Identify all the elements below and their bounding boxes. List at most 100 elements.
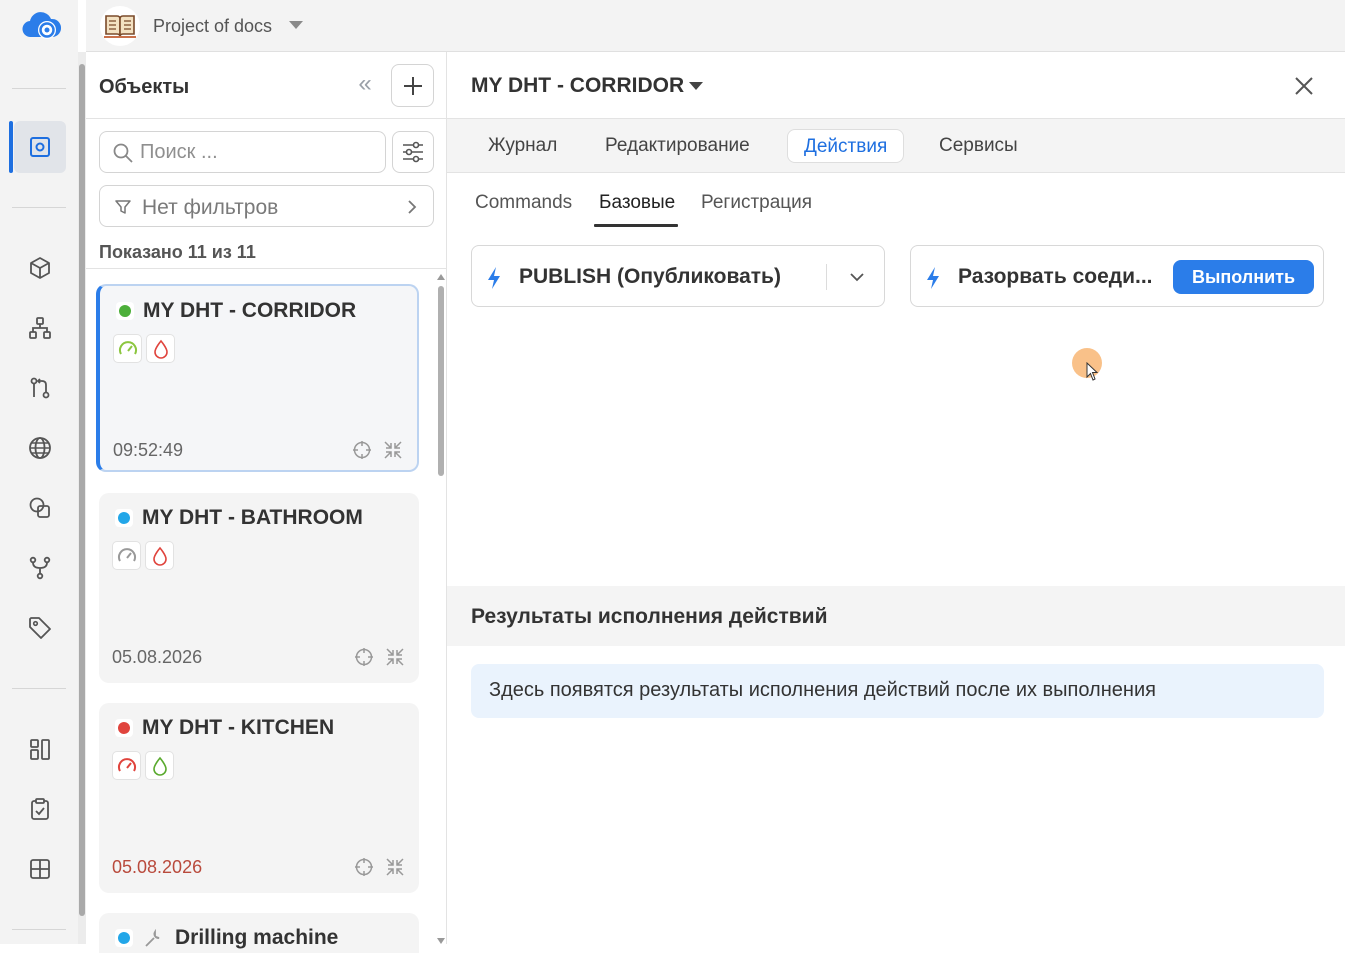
rail-item-shapes[interactable] bbox=[14, 482, 66, 534]
search-input[interactable] bbox=[140, 140, 370, 164]
results-title: Результаты исполнения действий bbox=[471, 605, 828, 628]
subtab-registration[interactable]: Регистрация bbox=[701, 192, 812, 214]
branch-icon bbox=[29, 556, 51, 580]
results-placeholder-text: Здесь появятся результаты исполнения дей… bbox=[489, 679, 1156, 701]
rail-item-dashboards[interactable] bbox=[14, 723, 66, 775]
object-card[interactable]: Drilling machine bbox=[99, 913, 419, 953]
chevron-down-icon[interactable] bbox=[848, 268, 866, 286]
rail-scrollbar[interactable] bbox=[78, 52, 86, 944]
rail-item-tasks[interactable] bbox=[14, 783, 66, 835]
crosshair-icon[interactable] bbox=[354, 857, 374, 877]
rail-scrollbar-thumb[interactable] bbox=[79, 64, 85, 916]
filter-settings-button[interactable] bbox=[392, 131, 434, 173]
scroll-down-icon[interactable] bbox=[437, 938, 445, 944]
crosshair-icon[interactable] bbox=[352, 440, 372, 460]
quick-action-name: Разорвать соеди... bbox=[958, 265, 1153, 288]
objects-panel: Объекты « Нет фильтров Показано 11 из 11… bbox=[86, 52, 447, 953]
scroll-up-icon[interactable] bbox=[437, 274, 445, 280]
rail-item-tags[interactable] bbox=[14, 602, 66, 654]
collapse-arrows-icon[interactable] bbox=[383, 440, 403, 460]
rail-item-globe[interactable] bbox=[14, 422, 66, 474]
object-card[interactable]: MY DHT - KITCHEN 05.08.2026 bbox=[99, 703, 419, 893]
rail-item-hierarchy[interactable] bbox=[14, 302, 66, 354]
object-name: MY DHT - KITCHEN bbox=[142, 716, 335, 739]
objects-panel-title: Объекты bbox=[99, 76, 190, 98]
object-name: MY DHT - CORRIDOR bbox=[143, 299, 357, 322]
divider bbox=[86, 268, 446, 269]
status-indicator bbox=[115, 719, 133, 737]
subtab-commands[interactable]: Commands bbox=[475, 192, 572, 214]
shown-count: Показано 11 из 11 bbox=[99, 242, 256, 262]
search-icon bbox=[113, 143, 133, 163]
mouse-cursor-icon bbox=[1086, 362, 1099, 381]
funnel-icon bbox=[115, 200, 131, 214]
rail-item-models[interactable] bbox=[14, 242, 66, 294]
action-select[interactable]: PUBLISH (Опубликовать) bbox=[471, 245, 885, 307]
detail-title[interactable]: MY DHT - CORRIDOR bbox=[471, 74, 684, 98]
bolt-icon bbox=[488, 267, 500, 289]
status-indicator bbox=[115, 929, 133, 947]
status-dot bbox=[118, 512, 130, 524]
tab-services[interactable]: Сервисы bbox=[923, 129, 1034, 163]
left-rail bbox=[0, 0, 78, 944]
object-timestamp: 05.08.2026 bbox=[112, 857, 203, 877]
collapse-panel-icon[interactable]: « bbox=[352, 72, 378, 98]
gauge-gray-icon bbox=[112, 541, 141, 570]
tab-editing[interactable]: Редактирование bbox=[589, 129, 766, 163]
objects-list-scrollbar[interactable] bbox=[437, 274, 445, 944]
close-icon[interactable] bbox=[1292, 74, 1316, 98]
object-timestamp: 09:52:49 bbox=[113, 440, 184, 460]
object-card[interactable]: MY DHT - BATHROOM 05.08.2026 bbox=[99, 493, 419, 683]
crosshair-icon[interactable] bbox=[354, 647, 374, 667]
add-object-button[interactable] bbox=[391, 64, 434, 107]
rail-item-branches[interactable] bbox=[14, 542, 66, 594]
project-book-icon[interactable] bbox=[100, 6, 140, 46]
chevron-right-icon bbox=[408, 200, 417, 214]
collapse-arrows-icon[interactable] bbox=[385, 647, 405, 667]
project-name[interactable]: Project of docs bbox=[153, 16, 272, 37]
status-indicator bbox=[116, 302, 134, 320]
quick-action: Разорвать соеди... Выполнить bbox=[910, 245, 1324, 307]
active-subtab-indicator bbox=[594, 224, 678, 227]
divider bbox=[826, 264, 827, 290]
tab-actions[interactable]: Действия bbox=[787, 129, 905, 163]
objects-list-scrollbar-thumb[interactable] bbox=[438, 286, 444, 476]
status-dot bbox=[118, 932, 130, 944]
top-bar: Project of docs bbox=[86, 0, 1345, 52]
drop-green-icon bbox=[145, 751, 174, 780]
clipboard-check-icon bbox=[31, 798, 49, 820]
rail-item-apps[interactable] bbox=[14, 843, 66, 895]
tab-journal[interactable]: Журнал bbox=[472, 129, 573, 163]
project-caret-down-icon[interactable] bbox=[289, 21, 303, 29]
dashboard-icon bbox=[30, 739, 50, 760]
sliders-icon bbox=[403, 141, 423, 163]
collapse-arrows-icon[interactable] bbox=[385, 857, 405, 877]
wrench-icon bbox=[145, 929, 160, 947]
drop-red-icon bbox=[146, 334, 175, 363]
cube-icon bbox=[30, 257, 50, 279]
app-logo-icon[interactable] bbox=[21, 6, 62, 46]
detail-tabs: Журнал Редактирование Действия Сервисы bbox=[447, 119, 1345, 173]
divider bbox=[86, 118, 446, 119]
globe-icon bbox=[29, 437, 51, 459]
object-timestamp: 05.08.2026 bbox=[112, 647, 203, 667]
action-select-value: PUBLISH (Опубликовать) bbox=[519, 265, 781, 288]
search-box[interactable] bbox=[99, 131, 386, 173]
object-name: Drilling machine bbox=[175, 926, 339, 949]
tag-icon bbox=[29, 617, 51, 639]
gauge-red-icon bbox=[112, 751, 141, 780]
status-indicator bbox=[115, 509, 133, 527]
rail-divider bbox=[12, 88, 66, 89]
object-card[interactable]: MY DHT - CORRIDOR 09:52:49 bbox=[96, 284, 419, 472]
filters-label: Нет фильтров bbox=[142, 196, 279, 219]
filters-button[interactable]: Нет фильтров bbox=[99, 185, 434, 227]
results-placeholder: Здесь появятся результаты исполнения дей… bbox=[471, 664, 1324, 718]
status-dot bbox=[118, 722, 130, 734]
subtab-basic[interactable]: Базовые bbox=[599, 192, 675, 214]
rail-item-objects[interactable] bbox=[14, 121, 66, 173]
run-button[interactable]: Выполнить bbox=[1173, 260, 1314, 294]
detail-caret-down-icon[interactable] bbox=[689, 82, 703, 90]
gauge-green-icon bbox=[113, 334, 142, 363]
results-header: Результаты исполнения действий bbox=[447, 586, 1345, 646]
rail-item-transforms[interactable] bbox=[14, 362, 66, 414]
